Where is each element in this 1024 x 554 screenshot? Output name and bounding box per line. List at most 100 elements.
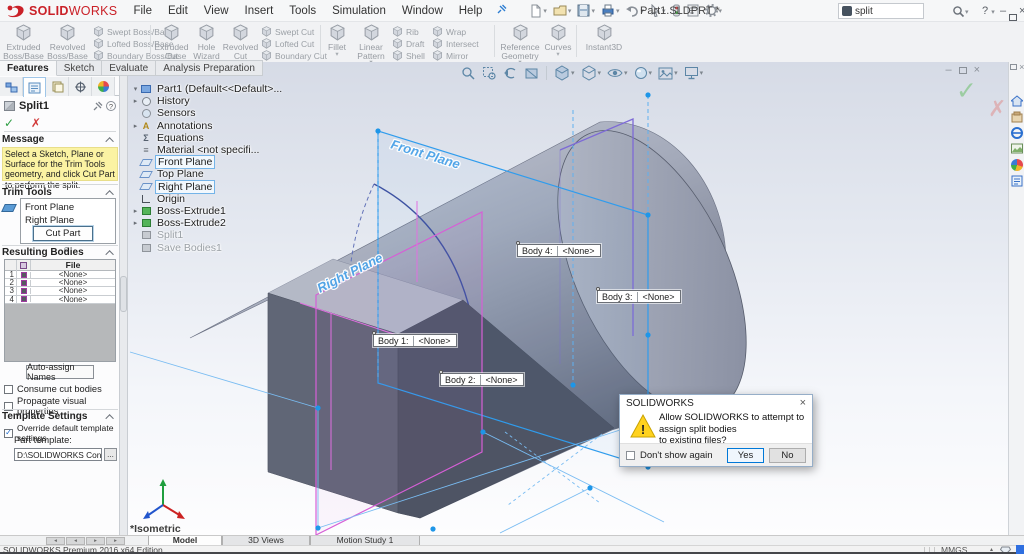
confirm-ok-button[interactable]: ✓ bbox=[956, 76, 977, 106]
dropdown-icon[interactable]: ▾ bbox=[556, 51, 559, 58]
tree-item-boss-extrude1[interactable]: ▸ Boss-Extrude1 bbox=[131, 205, 301, 217]
dropdown-icon[interactable]: ▾ bbox=[335, 51, 338, 58]
body1-callout[interactable]: Body 1: <None> bbox=[372, 331, 457, 347]
body2-callout[interactable]: Body 2: <None> bbox=[439, 370, 524, 386]
reference-geometry-button[interactable]: Reference Geometry▾ bbox=[498, 24, 542, 66]
collapse-icon[interactable]: ▾ bbox=[131, 85, 140, 93]
doc-restore-button[interactable] bbox=[958, 66, 967, 74]
search-icon[interactable]: ▾ bbox=[952, 0, 969, 24]
override-checkbox[interactable]: ✓ bbox=[4, 428, 13, 438]
dropdown-icon[interactable]: ▾ bbox=[543, 7, 547, 15]
consume-checkbox[interactable] bbox=[4, 384, 13, 394]
wrap-button[interactable]: Wrap bbox=[432, 26, 466, 37]
menu-simulation[interactable]: Simulation bbox=[324, 0, 394, 22]
scroll-prev-button[interactable]: ◂ bbox=[66, 537, 85, 545]
tree-item-history[interactable]: ▸ History bbox=[131, 95, 301, 107]
tab-sketch[interactable]: Sketch bbox=[56, 60, 103, 76]
collapse-chevron-icon[interactable] bbox=[105, 413, 114, 423]
doc-close-button[interactable]: × bbox=[974, 64, 980, 76]
body3-callout[interactable]: Body 3: <None> bbox=[596, 287, 681, 303]
scroll-last-button[interactable]: ▸ bbox=[106, 537, 125, 545]
menu-help[interactable]: Help bbox=[451, 0, 491, 22]
section-view-icon[interactable] bbox=[523, 65, 540, 82]
tree-item-boss-extrude2[interactable]: ▸ Boss-Extrude2 bbox=[131, 217, 301, 229]
instant3d-button[interactable]: Instant3D bbox=[580, 24, 628, 52]
apply-scene-icon[interactable]: ▾ bbox=[657, 66, 679, 81]
resulting-bodies-table[interactable]: File 1 <None> 2 <None> 3 <None> 4 <None> bbox=[4, 259, 116, 362]
body3-file-field[interactable]: <None> bbox=[638, 292, 680, 302]
body1-file-field[interactable]: <None> bbox=[414, 336, 456, 346]
tree-item-front-plane[interactable]: Front Plane bbox=[131, 155, 301, 170]
search-box[interactable] bbox=[838, 3, 924, 19]
linear-pattern-button[interactable]: Linear Pattern▾ bbox=[353, 24, 389, 66]
tab-feature-manager[interactable] bbox=[0, 77, 23, 96]
tab-property-manager[interactable] bbox=[23, 77, 46, 97]
tab-evaluate[interactable]: Evaluate bbox=[102, 60, 157, 76]
tree-item-split1[interactable]: Split1 bbox=[131, 229, 301, 241]
shell-button[interactable]: Shell bbox=[392, 50, 425, 61]
tree-item-save-bodies1[interactable]: Save Bodies1 bbox=[131, 241, 301, 254]
scroll-first-button[interactable]: ◂ bbox=[46, 537, 65, 545]
dropdown-icon[interactable]: ▾ bbox=[598, 69, 602, 77]
view-palette-icon[interactable] bbox=[1011, 143, 1023, 155]
revolved-boss-base-button[interactable]: Revolved Boss/Base bbox=[46, 24, 89, 60]
tab-display-manager[interactable] bbox=[92, 77, 115, 96]
body4-callout[interactable]: Body 4: <None> bbox=[516, 241, 601, 257]
ok-button[interactable]: ✓ bbox=[4, 116, 14, 130]
edit-appearance-icon[interactable]: ▾ bbox=[633, 65, 654, 81]
open-file-button[interactable]: ▾ bbox=[551, 3, 574, 18]
cancel-button[interactable]: ✗ bbox=[31, 116, 41, 130]
tab-configuration-manager[interactable] bbox=[46, 77, 69, 96]
dont-show-again-checkbox[interactable] bbox=[626, 450, 635, 460]
trim-selection-front-plane[interactable]: Front Plane bbox=[25, 201, 111, 214]
browse-button[interactable]: ... bbox=[104, 448, 117, 461]
dropdown-icon[interactable]: ▾ bbox=[649, 69, 653, 77]
collapse-chevron-icon[interactable] bbox=[105, 189, 114, 199]
view-settings-icon[interactable]: ▾ bbox=[683, 65, 705, 81]
menu-insert[interactable]: Insert bbox=[237, 0, 282, 22]
tree-item-annotations[interactable]: ▸ A Annotations bbox=[131, 120, 301, 132]
body-checkbox[interactable] bbox=[20, 296, 27, 303]
lofted-cut-button[interactable]: Lofted Cut bbox=[261, 38, 314, 49]
panel-splitter[interactable] bbox=[120, 76, 128, 535]
menu-tools[interactable]: Tools bbox=[281, 0, 324, 22]
dropdown-icon[interactable]: ▾ bbox=[700, 69, 704, 77]
home-icon[interactable] bbox=[1011, 95, 1023, 107]
tree-item-origin[interactable]: Origin bbox=[131, 193, 301, 205]
rib-button[interactable]: Rib bbox=[392, 26, 419, 37]
keep-visible-pin-icon[interactable] bbox=[92, 101, 103, 112]
dropdown-icon[interactable]: ▾ bbox=[965, 9, 969, 16]
scroll-next-button[interactable]: ▸ bbox=[86, 537, 105, 545]
display-style-icon[interactable]: ▾ bbox=[580, 64, 603, 82]
dialog-title-bar[interactable]: SOLIDWORKS × bbox=[620, 395, 812, 411]
confirm-cancel-button[interactable]: ✗ bbox=[988, 96, 1006, 122]
template-path-field[interactable]: D:\SOLIDWORKS Content\SOLI bbox=[14, 448, 102, 461]
doc-minimize-button[interactable]: – bbox=[945, 64, 951, 76]
dropdown-icon[interactable]: ▾ bbox=[568, 7, 572, 15]
body4-file-field[interactable]: <None> bbox=[558, 246, 600, 256]
draft-button[interactable]: Draft bbox=[392, 38, 424, 49]
zoom-area-icon[interactable] bbox=[481, 65, 498, 82]
auto-assign-names-button[interactable]: Auto-assign Names bbox=[26, 362, 94, 382]
dropdown-icon[interactable]: ▾ bbox=[616, 7, 620, 15]
menu-file[interactable]: File bbox=[125, 0, 160, 22]
save-button[interactable]: ▾ bbox=[575, 3, 597, 18]
file-explorer-icon[interactable] bbox=[1011, 127, 1023, 139]
menu-edit[interactable]: Edit bbox=[160, 0, 196, 22]
body2-file-field[interactable]: <None> bbox=[481, 375, 523, 385]
menu-view[interactable]: View bbox=[196, 0, 237, 22]
intersect-button[interactable]: Intersect bbox=[432, 38, 479, 49]
dropdown-icon[interactable]: ▾ bbox=[624, 69, 628, 77]
expand-icon[interactable]: ▸ bbox=[131, 97, 140, 105]
tree-item-part[interactable]: ▾ Part1 (Default<<Default>... bbox=[131, 83, 301, 95]
graphics-viewport[interactable]: Front Plane Right Plane ▾ ▾ ▾ ▾ ▾ ▾ – × … bbox=[128, 62, 1008, 535]
view-orientation-icon[interactable]: ▾ bbox=[553, 64, 576, 82]
close-window-button[interactable]: × bbox=[1015, 0, 1024, 22]
consume-cut-bodies-option[interactable]: Consume cut bodies bbox=[4, 384, 102, 394]
table-row[interactable]: 4 <None> bbox=[5, 294, 115, 304]
help-button[interactable]: ? ▾ bbox=[982, 0, 995, 24]
extruded-cut-button[interactable]: Extruded Cut bbox=[153, 24, 190, 60]
taskpane-close-icon[interactable]: × bbox=[1019, 62, 1024, 72]
splitter-handle[interactable] bbox=[120, 276, 127, 312]
no-button[interactable]: No bbox=[769, 447, 806, 463]
